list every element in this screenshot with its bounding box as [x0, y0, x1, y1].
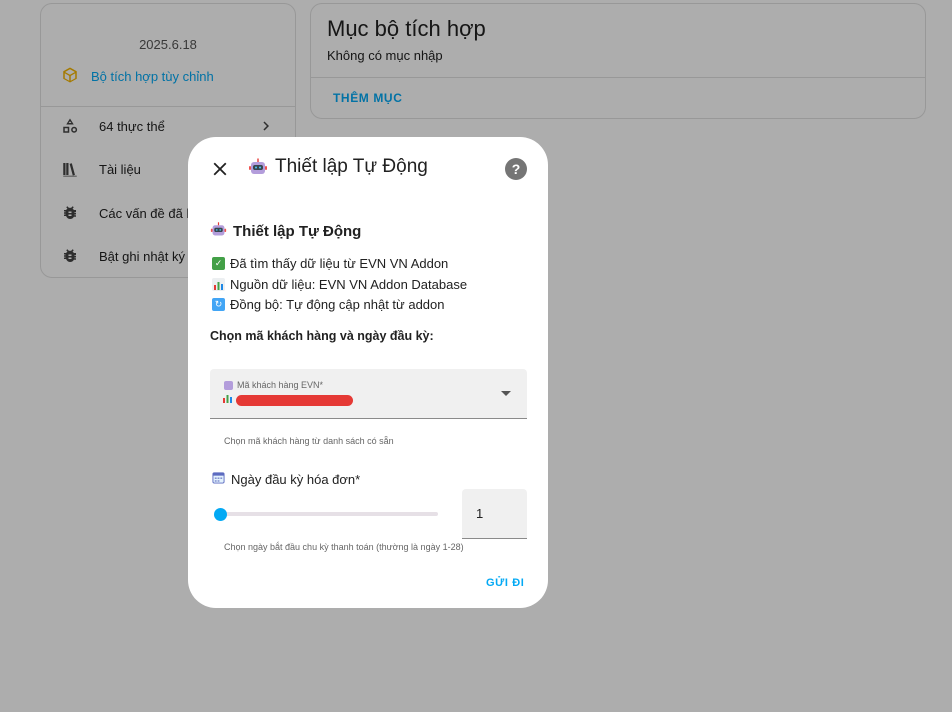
billing-day-field[interactable]	[462, 489, 527, 539]
bar-chart-icon	[212, 278, 225, 291]
billing-day-slider-handle[interactable]	[214, 508, 227, 521]
check-mark-icon: ✓	[212, 257, 225, 270]
info-line-source: Nguồn dữ liệu: EVN VN Addon Database	[212, 277, 467, 292]
close-icon[interactable]	[209, 158, 231, 180]
billing-day-helper: Chọn ngày bắt đầu chu kỳ thanh toán (thư…	[224, 542, 464, 552]
redacted-value	[236, 394, 353, 406]
billing-day-label: Ngày đầu kỳ hóa đơn*	[231, 471, 361, 487]
calendar-icon	[212, 471, 225, 487]
info-line-text: Nguồn dữ liệu: EVN VN Addon Database	[230, 277, 468, 292]
robot-icon	[248, 157, 268, 182]
selection-prompt: Chọn mã khách hàng và ngày đầu kỳ:	[210, 329, 434, 343]
bar-chart-icon	[222, 391, 234, 409]
customer-code-value	[222, 394, 353, 406]
section-title-text: Thiết lập Tự Động	[233, 223, 362, 240]
customer-code-label-wrap: Mã khách hàng EVN*	[224, 380, 323, 390]
dropdown-arrow-icon	[501, 391, 511, 396]
sync-icon: ↻	[212, 298, 225, 311]
help-icon[interactable]: ?	[505, 158, 527, 180]
billing-day-input[interactable]	[476, 506, 516, 521]
section-title: Thiết lập Tự Động	[210, 221, 361, 242]
customer-code-label: Mã khách hàng EVN*	[237, 380, 324, 390]
setup-dialog: Thiết lập Tự Động ? Thiết lập Tự Động ✓ …	[188, 137, 548, 608]
billing-day-label-wrap: Ngày đầu kỳ hóa đơn*	[212, 471, 360, 487]
submit-button[interactable]: GỬI ĐI	[486, 577, 524, 589]
billing-day-slider[interactable]	[220, 512, 438, 516]
robot-icon	[210, 221, 227, 242]
id-card-icon	[224, 380, 233, 390]
customer-code-select[interactable]: Mã khách hàng EVN*	[210, 369, 527, 419]
info-line-found: ✓ Đã tìm thấy dữ liệu từ EVN VN Addon	[212, 256, 448, 271]
info-line-text: Đã tìm thấy dữ liệu từ EVN VN Addon	[230, 256, 449, 271]
info-line-text: Đồng bộ: Tự động cập nhật từ addon	[230, 297, 445, 312]
customer-code-helper: Chọn mã khách hàng từ danh sách có sẵn	[224, 436, 394, 446]
info-line-sync: ↻ Đồng bộ: Tự động cập nhật từ addon	[212, 297, 445, 312]
dialog-title: Thiết lập Tự Động	[275, 156, 428, 177]
